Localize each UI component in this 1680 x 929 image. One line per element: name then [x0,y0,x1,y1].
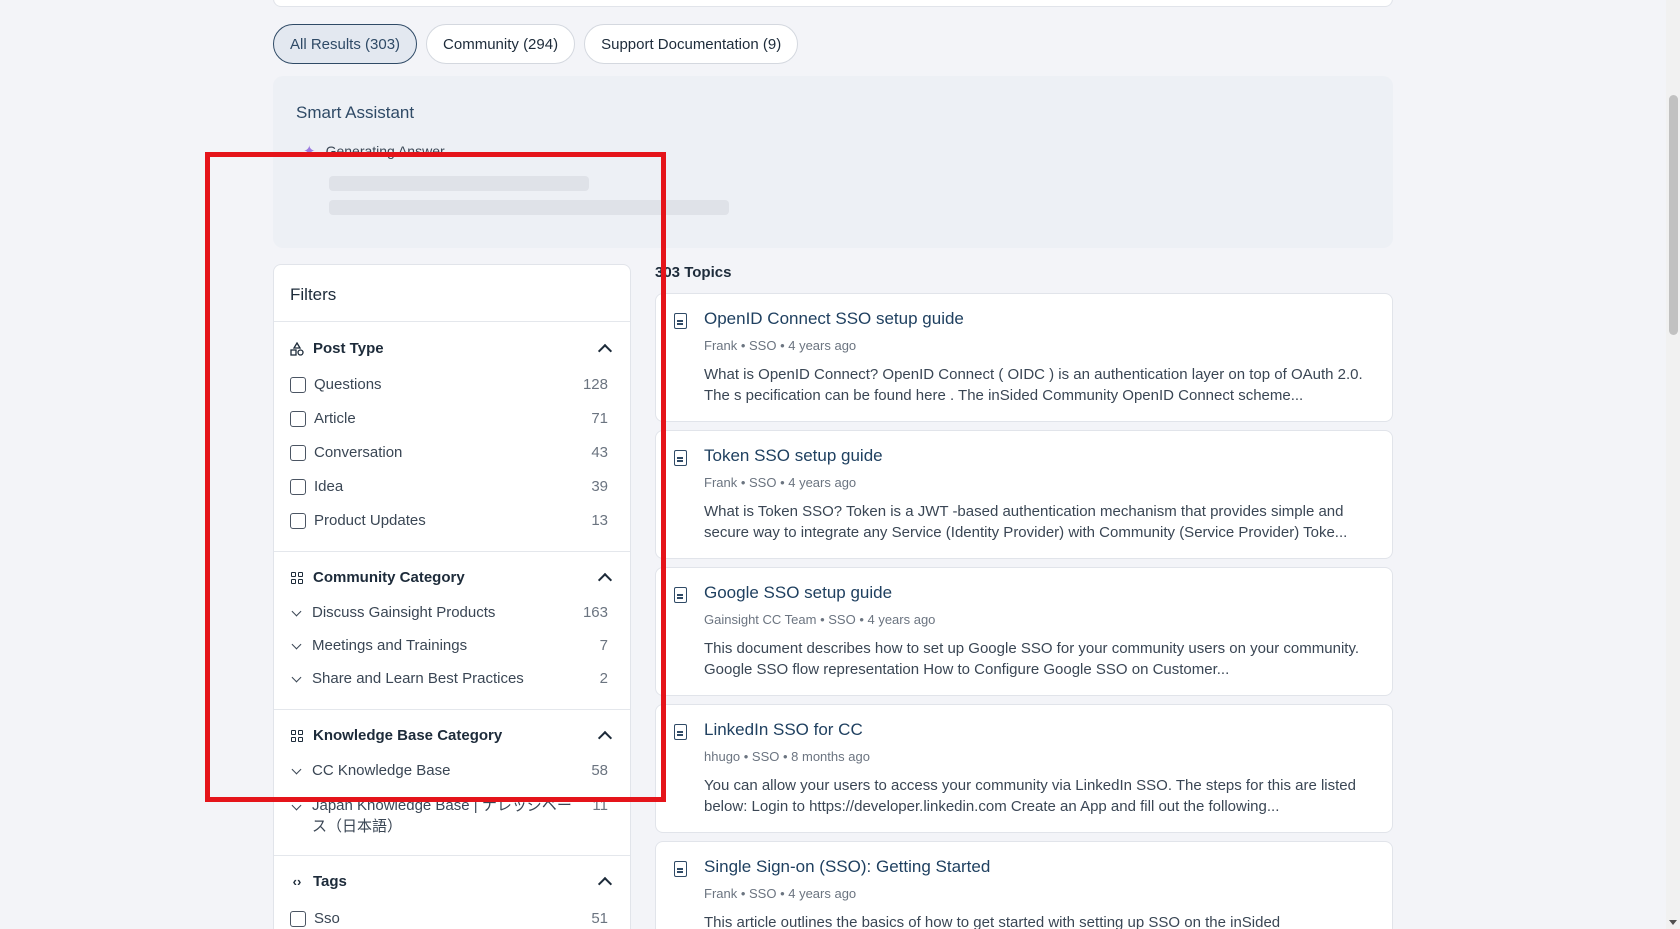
checkbox[interactable] [290,478,306,495]
assistant-title: Smart Assistant [296,103,415,122]
assistant-status-text: Generating Answer... [325,143,456,159]
filters-title: Filters [290,285,337,304]
chevron-up-icon[interactable] [597,572,613,588]
filter-option-cc-knowledge-base[interactable]: CC Knowledge Base 58 [290,762,608,779]
result-card[interactable]: Google SSO setup guide Gainsight CC Team… [655,567,1393,696]
filter-option-share-and-learn-best-practices[interactable]: Share and Learn Best Practices 2 [290,670,608,687]
filter-option-discuss-gainsight-products[interactable]: Discuss Gainsight Products 163 [290,604,608,621]
smart-assistant-panel: Smart Assistant ✦ Generating Answer... [273,76,1393,248]
chevron-down-icon[interactable] [291,764,302,774]
document-icon [674,450,687,466]
filter-option-japan-knowledge-base[interactable]: Japan Knowledge Base | ナレッジベース（日本語） 11 [290,795,608,837]
chevron-down-icon[interactable] [291,672,302,682]
result-card[interactable]: Single Sign-on (SSO): Getting Started Fr… [655,841,1393,929]
search-bar-bottom-edge [273,0,1393,7]
divider [274,321,630,322]
result-title[interactable]: LinkedIn SSO for CC [704,720,863,740]
result-tabs: All Results (303) Community (294) Suppor… [273,24,799,64]
filter-option-meetings-and-trainings[interactable]: Meetings and Trainings 7 [290,637,608,654]
filter-option-sso[interactable]: Sso 51 [290,910,608,927]
tab-all-results[interactable]: All Results (303) [273,24,418,64]
topics-count: 303 Topics [655,264,732,281]
result-meta: Frank • SSO • 4 years ago [704,886,857,901]
grid-icon [290,729,304,743]
result-excerpt: What is Token SSO? Token is a JWT -based… [704,503,1348,541]
scroll-down-arrow-icon[interactable] [1669,920,1677,925]
loading-skeleton-line [329,200,729,215]
scrollbar-thumb[interactable] [1669,95,1678,335]
document-icon [674,861,687,877]
checkbox[interactable] [290,410,306,427]
post-type-header[interactable]: Post Type [290,340,613,359]
filter-option-questions[interactable]: Questions 128 [290,376,608,393]
chevron-up-icon[interactable] [597,730,613,746]
result-meta: hhugo • SSO • 8 months ago [704,749,870,764]
chevron-down-icon[interactable] [291,639,302,649]
result-excerpt: You can allow your users to access your … [704,777,1356,815]
community-category-header[interactable]: Community Category [290,569,613,588]
result-excerpt: This article outlines the basics of how … [704,914,1281,929]
result-meta: Frank • SSO • 4 years ago [704,338,857,353]
result-meta: Gainsight CC Team • SSO • 4 years ago [704,612,936,627]
sparkle-icon: ✦ [303,143,316,160]
chevron-up-icon[interactable] [597,343,613,359]
divider [274,709,630,710]
result-card[interactable]: LinkedIn SSO for CC hhugo • SSO • 8 mont… [655,704,1393,833]
result-card[interactable]: Token SSO setup guide Frank • SSO • 4 ye… [655,430,1393,559]
document-icon [674,587,687,603]
checkbox[interactable] [290,910,306,927]
document-icon [674,313,687,329]
filter-option-article[interactable]: Article 71 [290,410,608,427]
page-scrollbar[interactable] [1666,0,1680,929]
checkbox[interactable] [290,512,306,529]
shapes-icon [290,341,304,356]
tab-community[interactable]: Community (294) [426,24,576,64]
knowledge-base-category-header[interactable]: Knowledge Base Category [290,727,613,746]
post-type-label: Post Type [313,340,384,357]
chevron-down-icon[interactable] [291,606,302,616]
filters-panel: Filters Post Type Questions 128 Article 71… [273,264,631,929]
document-icon [674,724,687,740]
checkbox[interactable] [290,376,306,393]
filter-option-product-updates[interactable]: Product Updates 13 [290,512,608,529]
tab-support-documentation[interactable]: Support Documentation (9) [584,24,799,64]
filter-option-conversation[interactable]: Conversation 43 [290,444,608,461]
result-title[interactable]: Google SSO setup guide [704,583,892,603]
result-card[interactable]: OpenID Connect SSO setup guide Frank • S… [655,293,1393,422]
checkbox[interactable] [290,444,306,461]
code-brackets-icon: ‹› [292,874,302,889]
result-title[interactable]: Token SSO setup guide [704,446,883,466]
filter-option-idea[interactable]: Idea 39 [290,478,608,495]
result-meta: Frank • SSO • 4 years ago [704,475,857,490]
chevron-up-icon[interactable] [597,876,613,892]
result-title[interactable]: Single Sign-on (SSO): Getting Started [704,857,990,877]
result-excerpt: This document describes how to set up Go… [704,640,1360,678]
chevron-down-icon[interactable] [291,800,302,811]
result-title[interactable]: OpenID Connect SSO setup guide [704,309,964,329]
divider [274,551,630,552]
result-excerpt: What is OpenID Connect? OpenID Connect (… [704,366,1363,404]
assistant-status: ✦ Generating Answer... [303,142,456,160]
tags-header[interactable]: ‹› Tags [290,873,613,892]
divider [274,855,630,856]
loading-skeleton-line [329,176,589,191]
grid-icon [290,571,304,585]
